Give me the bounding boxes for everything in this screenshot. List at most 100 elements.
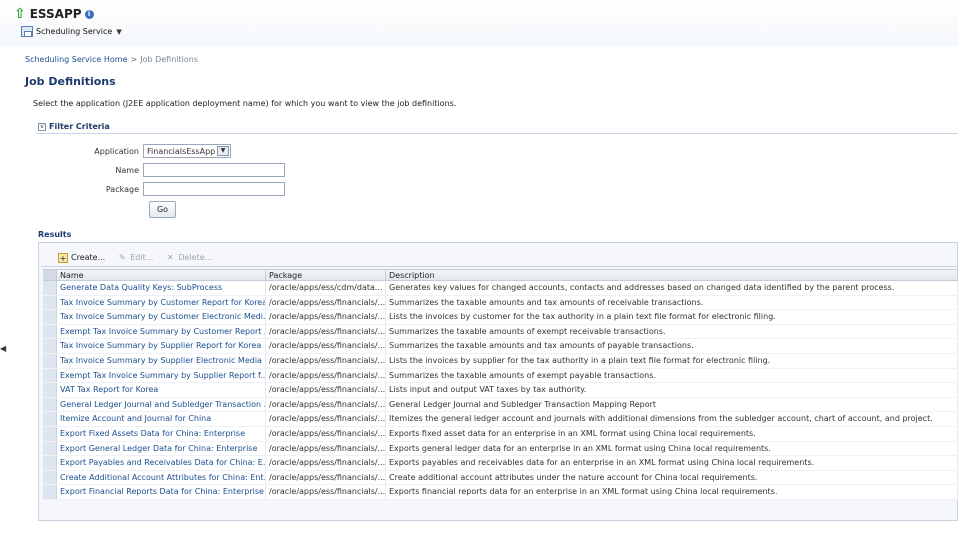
job-name-link[interactable]: Export Payables and Receivables Data for… [57, 456, 266, 470]
row-header[interactable] [43, 383, 57, 397]
description-cell: Lists the invoices by supplier for the t… [386, 353, 958, 368]
results-table: Name Package Description Generate Data Q… [43, 269, 958, 500]
table-row[interactable]: Create Additional Account Attributes for… [43, 470, 958, 486]
splitter-handle-icon[interactable]: ◀ [0, 341, 6, 357]
job-name-link[interactable]: Export Financial Reports Data for China:… [57, 485, 266, 499]
package-cell: /oracle/apps/ess/financials/... [266, 397, 386, 412]
row-header[interactable] [43, 310, 57, 324]
filter-criteria-header[interactable]: v Filter Criteria [36, 121, 958, 134]
description-cell: Exports payables and receivables data fo… [386, 456, 958, 470]
package-cell: /oracle/apps/ess/financials/... [266, 324, 386, 339]
package-cell: /oracle/apps/ess/financials/... [266, 456, 386, 470]
table-row[interactable]: Export Financial Reports Data for China:… [43, 485, 958, 500]
row-header[interactable] [43, 397, 57, 412]
collapse-toggle-icon[interactable]: v [38, 123, 46, 131]
go-button[interactable]: Go [149, 201, 176, 218]
select-dropdown-icon[interactable]: ▼ [217, 146, 229, 156]
table-row[interactable]: Export Payables and Receivables Data for… [43, 456, 958, 471]
scheduling-service-label[interactable]: Scheduling Service [36, 27, 112, 36]
app-header: ⇧ ESSAPP i Scheduling Service ▼ [0, 0, 958, 46]
job-name-link[interactable]: Tax Invoice Summary by Supplier Report f… [57, 339, 266, 353]
results-title: Results [38, 230, 72, 239]
table-row[interactable]: Generate Data Quality Keys: SubProcess/o… [43, 281, 958, 296]
row-header[interactable] [43, 353, 57, 368]
job-name-link[interactable]: Exempt Tax Invoice Summary by Supplier R… [57, 368, 266, 383]
row-header[interactable] [43, 470, 57, 485]
info-icon[interactable]: i [84, 9, 94, 19]
row-header[interactable] [43, 281, 57, 295]
delete-label: Delete... [178, 253, 213, 262]
package-cell: /oracle/apps/ess/financials/... [266, 368, 386, 383]
row-header[interactable] [43, 324, 57, 339]
dropdown-caret-icon[interactable]: ▼ [116, 28, 121, 36]
package-cell: /oracle/apps/ess/financials/... [266, 470, 386, 485]
description-cell: Summarizes the taxable amounts and tax a… [386, 295, 958, 310]
job-name-link[interactable]: Export Fixed Assets Data for China: Ente… [57, 426, 266, 441]
row-header[interactable] [43, 295, 57, 310]
job-name-link[interactable]: Tax Invoice Summary by Customer Electron… [57, 310, 266, 324]
table-row[interactable]: Itemize Account and Journal for China/or… [43, 412, 958, 427]
table-row[interactable]: Tax Invoice Summary by Customer Electron… [43, 310, 958, 325]
job-name-link[interactable]: Generate Data Quality Keys: SubProcess [57, 281, 266, 295]
row-header[interactable] [43, 368, 57, 383]
pencil-icon: ✎ [118, 252, 126, 262]
description-cell: Exports fixed asset data for an enterpri… [386, 426, 958, 441]
app-title-area: ⇧ ESSAPP i [14, 7, 94, 21]
package-cell: /oracle/apps/ess/financials/... [266, 353, 386, 368]
application-label: Application [94, 146, 139, 156]
job-name-link[interactable]: VAT Tax Report for Korea [57, 383, 266, 397]
job-name-link[interactable]: General Ledger Journal and Subledger Tra… [57, 397, 266, 412]
table-row[interactable]: Tax Invoice Summary by Supplier Report f… [43, 339, 958, 354]
row-header[interactable] [43, 485, 57, 499]
row-header-corner [43, 270, 57, 280]
description-cell: Summarizes the taxable amounts of exempt… [386, 324, 958, 339]
application-row: Application FinancialsEssApp ▼ [33, 144, 231, 158]
row-header[interactable] [43, 426, 57, 441]
table-row[interactable]: Tax Invoice Summary by Customer Report f… [43, 295, 958, 311]
table-row[interactable]: Export Fixed Assets Data for China: Ente… [43, 426, 958, 442]
column-header-name[interactable]: Name [57, 270, 266, 280]
column-header-package[interactable]: Package [266, 270, 386, 280]
table-row[interactable]: VAT Tax Report for Korea/oracle/apps/ess… [43, 383, 958, 398]
description-cell: Lists the invoices by customer for the t… [386, 310, 958, 324]
table-row[interactable]: General Ledger Journal and Subledger Tra… [43, 397, 958, 413]
row-header[interactable] [43, 412, 57, 426]
description-cell: Summarizes the taxable amounts and tax a… [386, 339, 958, 353]
delete-button[interactable]: ✕ Delete... [165, 253, 212, 263]
table-body: Generate Data Quality Keys: SubProcess/o… [43, 281, 958, 500]
row-header[interactable] [43, 441, 57, 456]
table-row[interactable]: Tax Invoice Summary by Supplier Electron… [43, 353, 958, 369]
description-cell: Summarizes the taxable amounts of exempt… [386, 368, 958, 383]
table-header: Name Package Description [43, 269, 958, 281]
create-label: Create... [71, 253, 106, 262]
job-name-link[interactable]: Itemize Account and Journal for China [57, 412, 266, 426]
row-header[interactable] [43, 339, 57, 353]
package-label: Package [105, 184, 139, 194]
description-cell: Lists input and output VAT taxes by tax … [386, 383, 958, 397]
job-name-link[interactable]: Tax Invoice Summary by Supplier Electron… [57, 353, 266, 368]
description-cell: Itemizes the general ledger account and … [386, 412, 958, 426]
edit-button[interactable]: ✎ Edit... [117, 253, 153, 263]
breadcrumb-separator: > [130, 55, 138, 64]
job-name-link[interactable]: Create Additional Account Attributes for… [57, 470, 266, 485]
up-arrow-icon[interactable]: ⇧ [14, 7, 26, 21]
package-cell: /oracle/apps/ess/financials/... [266, 485, 386, 499]
description-cell: General Ledger Journal and Subledger Tra… [386, 397, 958, 412]
table-row[interactable]: Export General Ledger Data for China: En… [43, 441, 958, 457]
table-row[interactable]: Exempt Tax Invoice Summary by Supplier R… [43, 368, 958, 384]
package-cell: /oracle/apps/ess/financials/... [266, 426, 386, 441]
create-button[interactable]: + Create... [58, 252, 106, 263]
breadcrumb-home-link[interactable]: Scheduling Service Home [25, 55, 128, 64]
scheduling-service-menu[interactable]: Scheduling Service ▼ [21, 26, 122, 37]
package-input[interactable] [143, 182, 285, 196]
row-header[interactable] [43, 456, 57, 470]
table-row[interactable]: Exempt Tax Invoice Summary by Customer R… [43, 324, 958, 340]
application-select[interactable]: FinancialsEssApp ▼ [143, 144, 231, 158]
job-name-link[interactable]: Export General Ledger Data for China: En… [57, 441, 266, 456]
filter-criteria-title: Filter Criteria [49, 122, 110, 131]
name-input[interactable] [143, 163, 285, 177]
job-name-link[interactable]: Tax Invoice Summary by Customer Report f… [57, 295, 266, 310]
breadcrumb: Scheduling Service Home > Job Definitions [25, 55, 198, 64]
job-name-link[interactable]: Exempt Tax Invoice Summary by Customer R… [57, 324, 266, 339]
column-header-description[interactable]: Description [386, 270, 958, 280]
